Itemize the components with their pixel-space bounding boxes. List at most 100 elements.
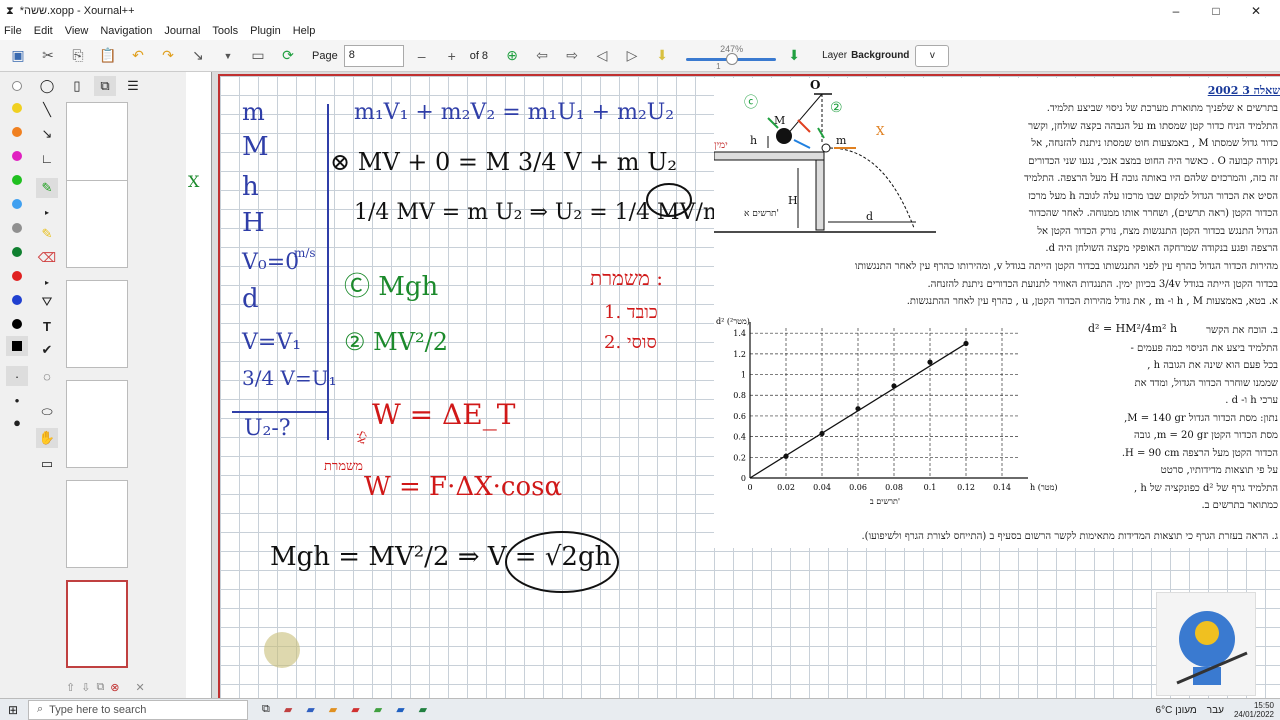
app-icon[interactable]: ▰ (419, 703, 427, 716)
diagram-label-2: ② (830, 100, 843, 116)
color-green-icon[interactable] (6, 170, 28, 190)
page-increment-button[interactable]: + (440, 44, 464, 68)
app-icon[interactable]: ▰ (374, 703, 382, 716)
dot-medium-icon[interactable]: • (6, 390, 28, 410)
copy-icon[interactable]: ⎘ (66, 44, 90, 68)
copy-page-icon[interactable]: ⧉ (96, 681, 104, 694)
clock[interactable]: 15:50 24/01/2022 (1234, 701, 1274, 719)
page-thumbnail[interactable] (66, 180, 128, 268)
color-red-icon[interactable] (6, 266, 28, 286)
windows-start-icon[interactable]: ⊞ (8, 703, 18, 717)
cut-icon[interactable]: ✂ (36, 44, 60, 68)
circled-answer (646, 183, 692, 217)
forward-icon[interactable]: ⇨ (560, 44, 584, 68)
select-pointer-icon[interactable]: ↘ (186, 44, 210, 68)
color-darkgreen-icon[interactable] (6, 242, 28, 262)
page-thumbnail[interactable] (66, 102, 128, 190)
canvas-area[interactable]: X m M h H V₀=0 m/s d V=V₁ 3/4 V=U₁ U₂-? … (186, 72, 1280, 698)
page-thumbnail[interactable] (66, 280, 128, 368)
red-list-item-2: 2. סוסי (604, 332, 657, 353)
close-preview-icon[interactable]: ✕ (136, 681, 145, 694)
refresh-icon[interactable]: ⟳ (276, 44, 300, 68)
redo-icon[interactable]: ↷ (156, 44, 180, 68)
y-tick-label: 0.4 (733, 433, 746, 442)
page-thumbnail-selected[interactable] (66, 580, 128, 668)
color-magenta-icon[interactable] (6, 146, 28, 166)
paste-icon[interactable]: 📋 (96, 44, 120, 68)
diagram-label-c: ⓒ (744, 95, 758, 111)
zoom-thumb[interactable] (726, 52, 739, 65)
x-tick-label: 0.02 (777, 483, 795, 492)
add-page-icon[interactable]: ⊕ (500, 44, 524, 68)
menu-help[interactable]: Help (293, 25, 316, 37)
save-icon[interactable]: ▣ (6, 44, 30, 68)
undo-icon[interactable]: ↶ (126, 44, 150, 68)
move-page-down-icon[interactable]: ⇩ (81, 681, 90, 694)
color-orange-icon[interactable] (6, 122, 28, 142)
menu-view[interactable]: View (65, 25, 89, 37)
layer-up-icon[interactable]: ⬇ (782, 44, 806, 68)
page-number-input[interactable]: 8 (343, 44, 404, 67)
menu-navigation[interactable]: Navigation (100, 25, 152, 37)
red-side-note-2: משמרת (324, 459, 363, 474)
menu-tools[interactable]: Tools (212, 25, 238, 37)
color-black-icon[interactable] (6, 314, 28, 334)
var-v0-unit: m/s (294, 246, 316, 260)
taskview-icon[interactable]: ⧉ (262, 703, 270, 716)
app-icon[interactable]: ▰ (284, 703, 292, 716)
next-page-icon[interactable]: ▷ (620, 44, 644, 68)
zoom-slider[interactable]: 247% 1 (686, 44, 777, 71)
color-lightblue-icon[interactable] (6, 194, 28, 214)
back-icon[interactable]: ⇦ (530, 44, 554, 68)
preview-toolbar: ⇧ ⇩ ⧉ ⊗ ✕ (34, 676, 184, 698)
page-thumbnail[interactable] (66, 380, 128, 468)
color-yellow-icon[interactable] (6, 98, 28, 118)
tool-sidebar: · • ● (0, 72, 34, 698)
y-tick-label: 0 (741, 474, 746, 483)
question-intro-text: בתרשים א שלפניך מתוארת מערכת של ניסוי שב… (1024, 103, 1278, 254)
menu-edit[interactable]: Edit (34, 25, 53, 37)
page-thumbnail[interactable] (66, 480, 128, 568)
part-c-text: ג. הראה בעזרת הגרף כי תוצאות המדידות מתא… (861, 531, 1279, 542)
note-page[interactable]: m M h H V₀=0 m/s d V=V₁ 3/4 V=U₁ U₂-? m₁… (218, 74, 1280, 698)
weather-status[interactable]: 6°C מעונן (1156, 705, 1197, 716)
x-tick-label: 0.04 (813, 483, 831, 492)
color-blue-icon[interactable] (6, 290, 28, 310)
delete-page-icon[interactable]: ⊗ (110, 681, 119, 694)
menu-file[interactable]: File (4, 25, 22, 37)
var-v0: V₀=0 (242, 250, 300, 275)
app-icon[interactable]: ▰ (329, 703, 337, 716)
language-indicator[interactable]: עבר (1207, 705, 1224, 716)
app-icon[interactable]: ▰ (396, 703, 404, 716)
dropdown-arrow-icon[interactable]: ▼ (216, 44, 240, 68)
color-black-square-icon[interactable] (6, 336, 28, 356)
menu-journal[interactable]: Journal (164, 25, 200, 37)
layer-down-icon[interactable]: ⬇ (650, 44, 674, 68)
y-tick-label: 1.2 (733, 350, 746, 359)
minimize-button[interactable]: – (1160, 0, 1192, 22)
color-white-icon[interactable] (6, 76, 28, 96)
previous-page-icon[interactable]: ◁ (590, 44, 614, 68)
taskbar: ⊞ ⌕ Type here to search ⧉ ▰ ▰ ▰ ▰ ▰ ▰ ▰ … (0, 698, 1280, 720)
main-toolbar: ▣ ✂ ⎘ 📋 ↶ ↷ ↘ ▼ ▭ ⟳ Page 8 – + of 8 ⊕ ⇦ … (0, 40, 1280, 72)
move-page-up-icon[interactable]: ⇧ (66, 681, 75, 694)
dot-small-icon[interactable]: · (6, 366, 28, 386)
fullscreen-icon[interactable]: ▭ (246, 44, 270, 68)
x-tick-label: 0.1 (924, 483, 937, 492)
y-tick-label: 0.8 (733, 391, 746, 400)
menu-plugin[interactable]: Plugin (250, 25, 281, 37)
dot-large-icon[interactable]: ● (6, 412, 28, 432)
page-decrement-button[interactable]: – (410, 44, 434, 68)
diagram-label-right: ימין (714, 140, 728, 151)
page-preview-panel (34, 72, 184, 698)
close-button[interactable]: ✕ (1240, 0, 1272, 22)
app-icon[interactable]: ▰ (306, 703, 314, 716)
taskbar-search-input[interactable]: ⌕ Type here to search (28, 699, 248, 720)
maximize-button[interactable]: □ (1200, 0, 1232, 22)
system-tray: 6°C מעונן עבר 15:50 24/01/2022 (1156, 701, 1274, 719)
diagram-label-O: O (810, 78, 821, 92)
app-icon[interactable]: ▰ (351, 703, 359, 716)
energy-potential: Ⓒ Mgh (344, 272, 439, 302)
color-gray-icon[interactable] (6, 218, 28, 238)
layer-dropdown[interactable]: v (915, 44, 950, 67)
